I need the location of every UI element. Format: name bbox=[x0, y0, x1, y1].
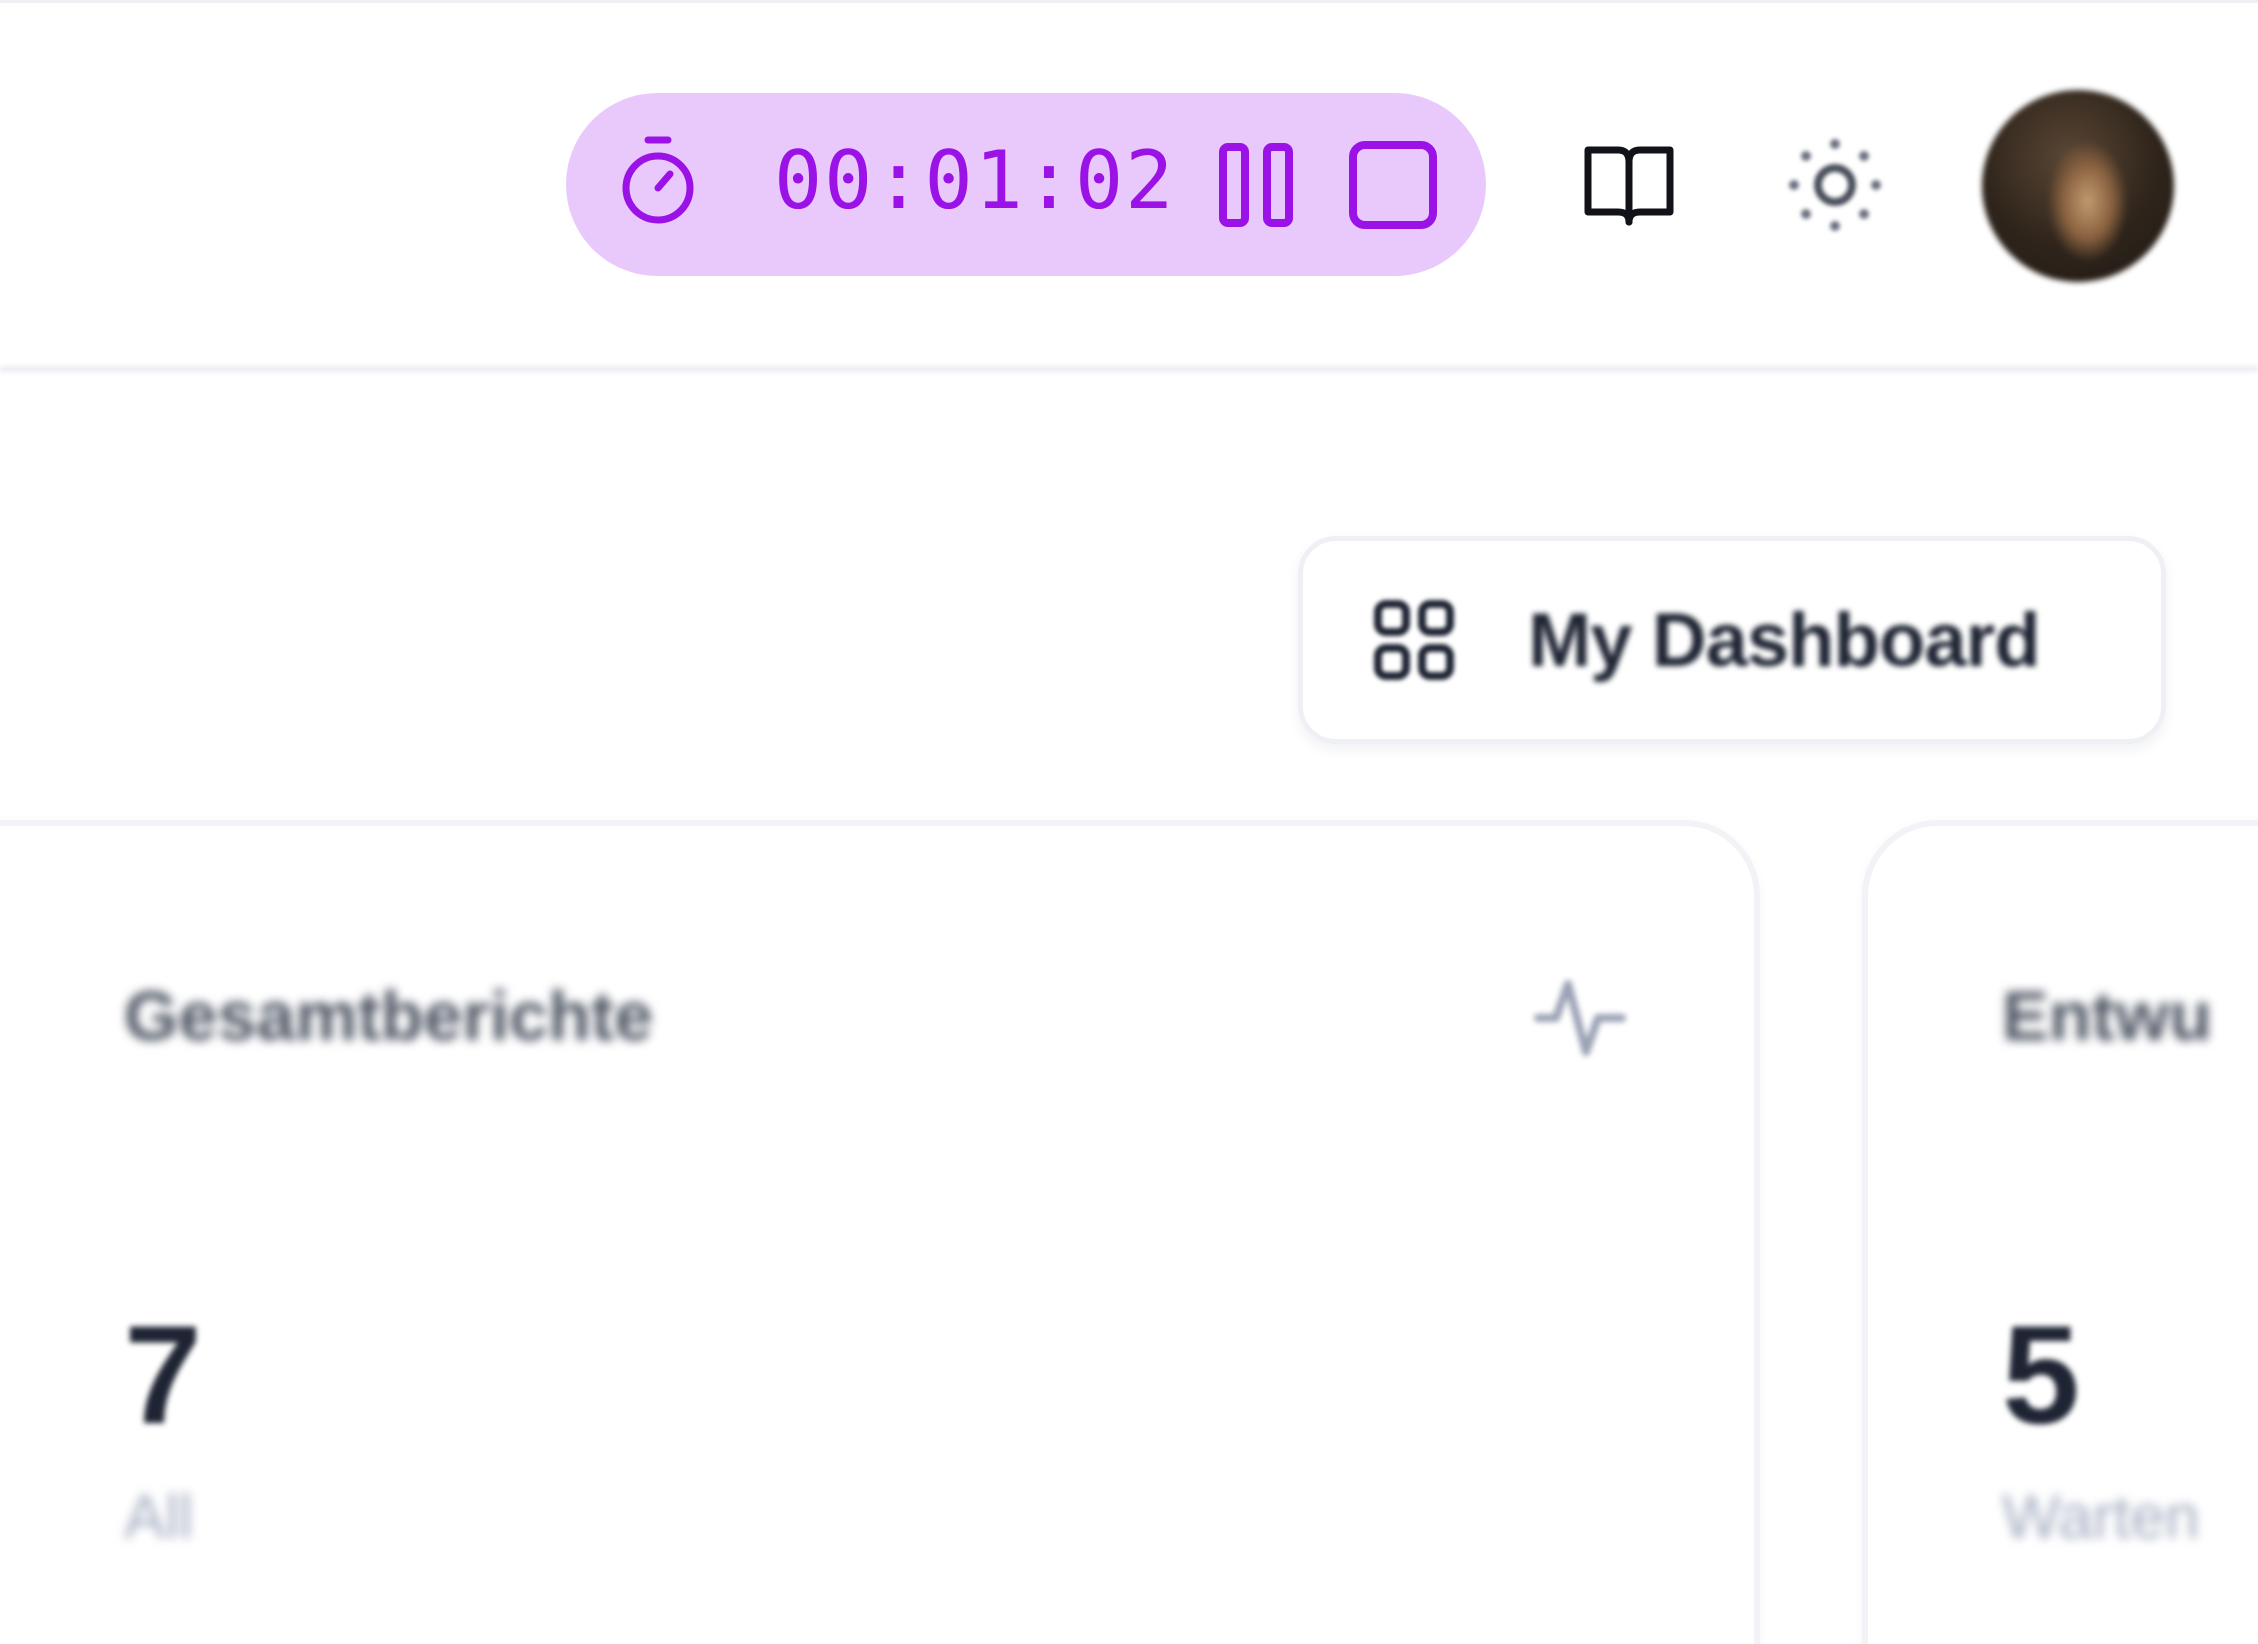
app-page: 00:01:02 My Dashboard Gesamtberichte 7 A… bbox=[0, 0, 2258, 1644]
card-title: Entwu bbox=[2002, 977, 2212, 1055]
top-edge-divider bbox=[0, 0, 2258, 3]
stop-icon[interactable] bbox=[1348, 140, 1438, 230]
activity-icon bbox=[1534, 980, 1626, 1056]
card-subtitle: Warten bbox=[2002, 1483, 2200, 1552]
my-dashboard-label: My Dashboard bbox=[1528, 598, 2041, 683]
grid-icon bbox=[1374, 600, 1454, 680]
timer-elapsed: 00:01:02 bbox=[774, 134, 1176, 227]
user-avatar[interactable] bbox=[1982, 90, 2174, 282]
book-open-icon[interactable] bbox=[1582, 136, 1676, 230]
stat-card-total-reports bbox=[0, 820, 1760, 1644]
header-divider bbox=[0, 366, 2258, 372]
sun-icon[interactable] bbox=[1784, 134, 1886, 236]
card-subtitle: All bbox=[124, 1483, 193, 1552]
pause-icon[interactable] bbox=[1218, 142, 1294, 228]
stopwatch-icon bbox=[622, 136, 694, 224]
card-value: 7 bbox=[124, 1296, 202, 1453]
card-title: Gesamtberichte bbox=[124, 977, 654, 1055]
card-value: 5 bbox=[2002, 1296, 2080, 1453]
